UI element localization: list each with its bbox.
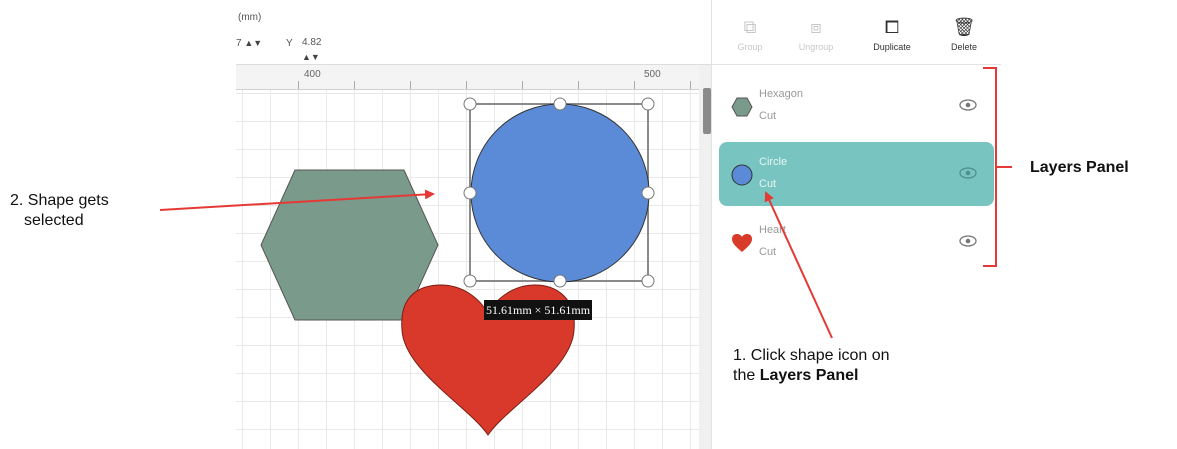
resize-handle[interactable]	[553, 274, 567, 288]
resize-handle[interactable]	[553, 97, 567, 111]
resize-handle[interactable]	[641, 97, 655, 111]
hexagon-icon[interactable]	[731, 96, 753, 118]
eye-icon[interactable]	[959, 166, 977, 180]
duplicate-label: Duplicate	[873, 42, 911, 52]
annotation-text: the	[733, 367, 756, 384]
annotation-line: the Layers Panel	[733, 366, 890, 386]
annotation-shape-selected: 2. Shape gets selected	[10, 191, 109, 231]
annotation-layers-panel: Layers Panel	[1030, 159, 1129, 176]
group-label: Group	[737, 42, 763, 52]
ungroup-button[interactable]: ⧈ Ungroup	[786, 16, 846, 60]
layer-operation: Cut	[759, 110, 777, 122]
resize-handle[interactable]	[463, 186, 477, 200]
layer-name: Circle	[759, 156, 788, 168]
circle-icon[interactable]	[731, 164, 753, 186]
ungroup-icon: ⧈	[810, 17, 822, 37]
canvas-shapes	[260, 97, 655, 436]
resize-handle[interactable]	[463, 274, 477, 288]
duplicate-icon: ⧠	[884, 17, 900, 37]
annotation-line: 1. Click shape icon on	[733, 347, 890, 364]
annotation-bold-text: Layers Panel	[759, 367, 859, 384]
layer-name: Hexagon	[759, 88, 804, 100]
eye-icon[interactable]	[959, 98, 977, 112]
eye-icon[interactable]	[959, 234, 977, 248]
duplicate-button[interactable]: ⧠ Duplicate	[862, 16, 922, 60]
group-icon: ⧉	[743, 17, 757, 37]
layer-item-heart[interactable]: Heart Cut	[719, 210, 994, 274]
heart-icon[interactable]	[731, 232, 753, 254]
ungroup-label: Ungroup	[798, 42, 834, 52]
resize-handle[interactable]	[463, 97, 477, 111]
panel-divider	[711, 0, 712, 449]
delete-label: Delete	[950, 42, 977, 52]
circle-shape[interactable]	[470, 103, 650, 283]
resize-handle[interactable]	[641, 274, 655, 288]
layers-panel-divider	[711, 64, 1001, 65]
annotation-click-icon: 1. Click shape icon on the Layers Panel	[733, 346, 890, 386]
delete-button[interactable]: 🗑 Delete	[934, 16, 994, 60]
layer-item-circle[interactable]: Circle Cut	[719, 142, 994, 206]
annotation-line: 2. Shape gets	[10, 192, 109, 209]
dimension-label: 51.61mm × 51.61mm	[484, 300, 593, 320]
layer-operation: Cut	[759, 246, 777, 258]
layer-name: Heart	[759, 224, 786, 236]
layer-operation: Cut	[759, 178, 777, 190]
resize-handle[interactable]	[641, 186, 655, 200]
trash-icon: 🗑	[952, 17, 976, 37]
annotation-line: selected	[24, 212, 84, 229]
layer-item-hexagon[interactable]: Hexagon Cut	[719, 74, 994, 138]
group-button[interactable]: ⧉ Group	[720, 16, 780, 60]
